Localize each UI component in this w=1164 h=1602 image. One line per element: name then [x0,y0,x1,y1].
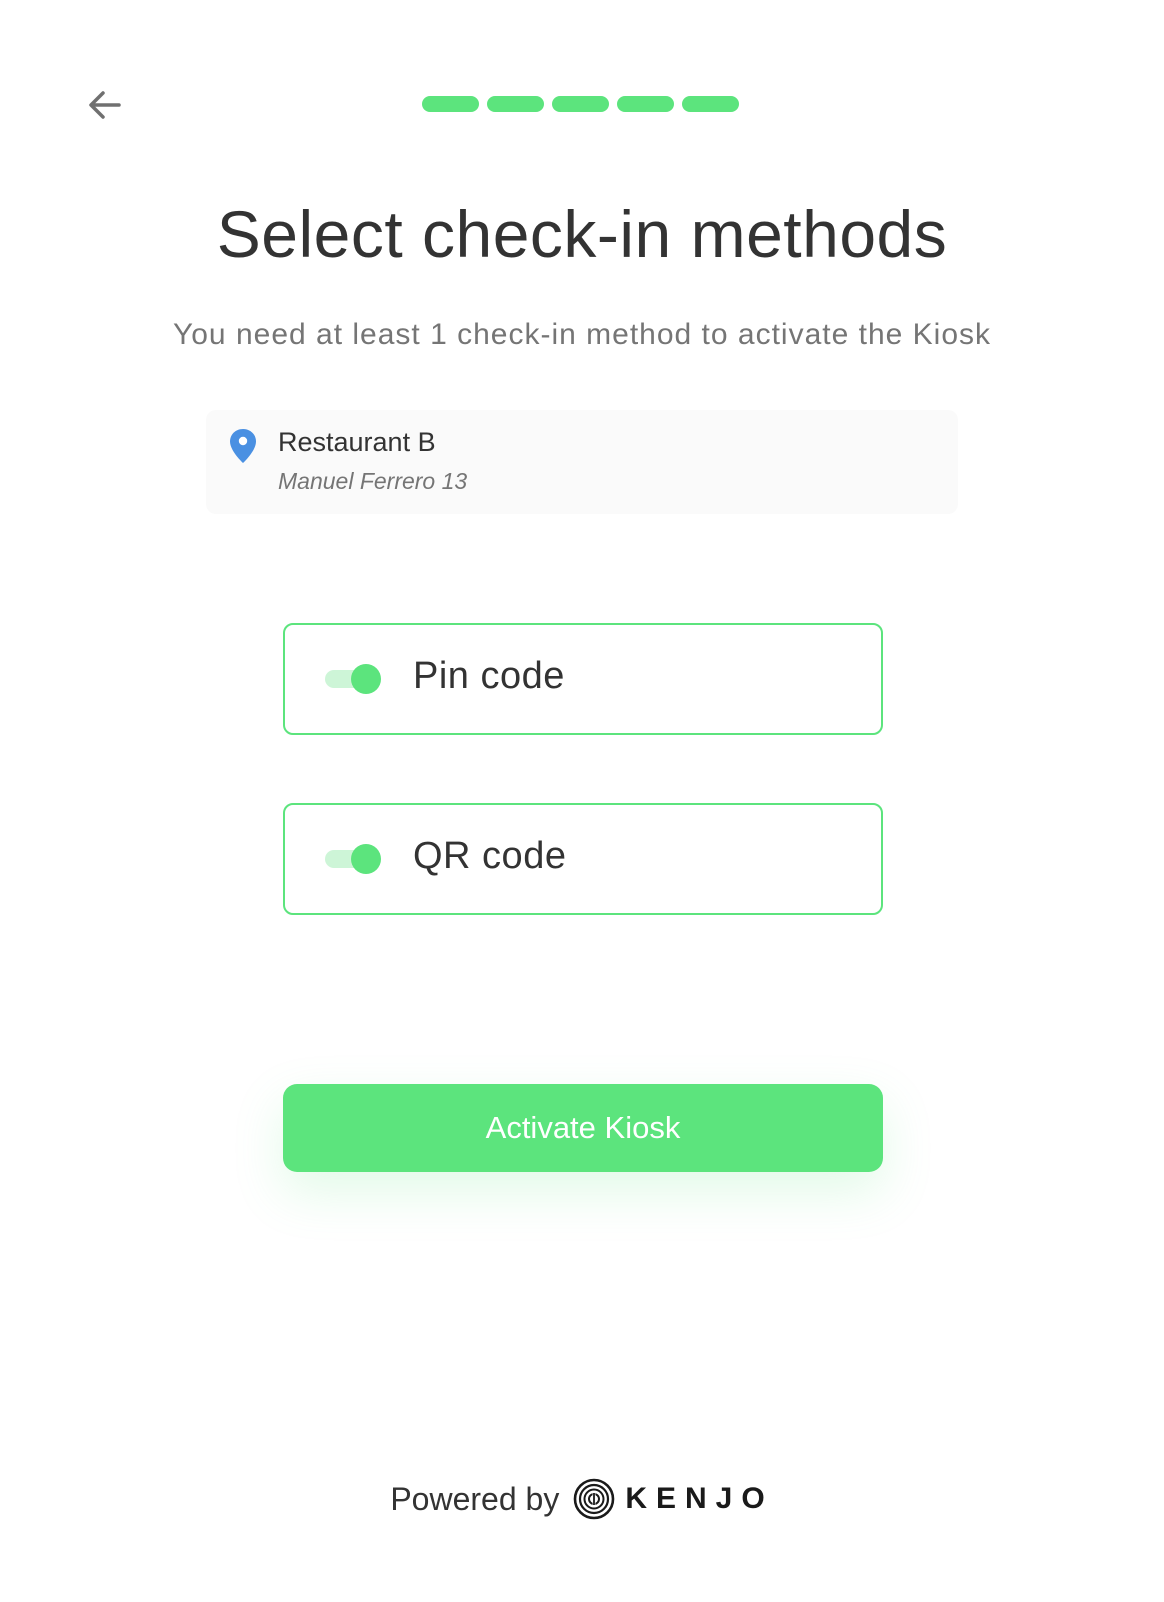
location-address: Manuel Ferrero 13 [278,468,468,494]
toggle-knob [351,664,381,694]
footer: Powered by KENJO [0,1478,1164,1520]
method-card-qr-code[interactable]: QR code [283,803,883,915]
map-pin-icon [230,429,256,463]
method-card-pin-code[interactable]: Pin code [283,623,883,735]
powered-by-text: Powered by [390,1480,560,1517]
kenjo-logo: KENJO [573,1478,773,1520]
location-name: Restaurant B [278,427,436,457]
progress-step [552,96,609,112]
pin-code-toggle[interactable] [325,664,383,694]
progress-step [487,96,544,112]
kenjo-logo-icon [574,1478,615,1520]
kenjo-wordmark: KENJO [625,1482,774,1515]
back-button[interactable] [84,84,126,126]
page-title: Select check-in methods [216,197,948,271]
toggle-knob [351,844,381,874]
page-subtitle: You need at least 1 check-in method to a… [172,318,992,351]
arrow-left-icon [89,91,121,119]
qr-code-toggle[interactable] [325,844,383,874]
activate-kiosk-button[interactable]: Activate Kiosk [283,1084,883,1172]
progress-step [422,96,479,112]
progress-step [617,96,674,112]
progress-indicator [422,96,739,112]
location-card: Restaurant B Manuel Ferrero 13 [206,410,958,514]
method-label-qr-code: QR code [413,835,567,877]
method-label-pin-code: Pin code [413,655,565,697]
progress-step [682,96,739,112]
